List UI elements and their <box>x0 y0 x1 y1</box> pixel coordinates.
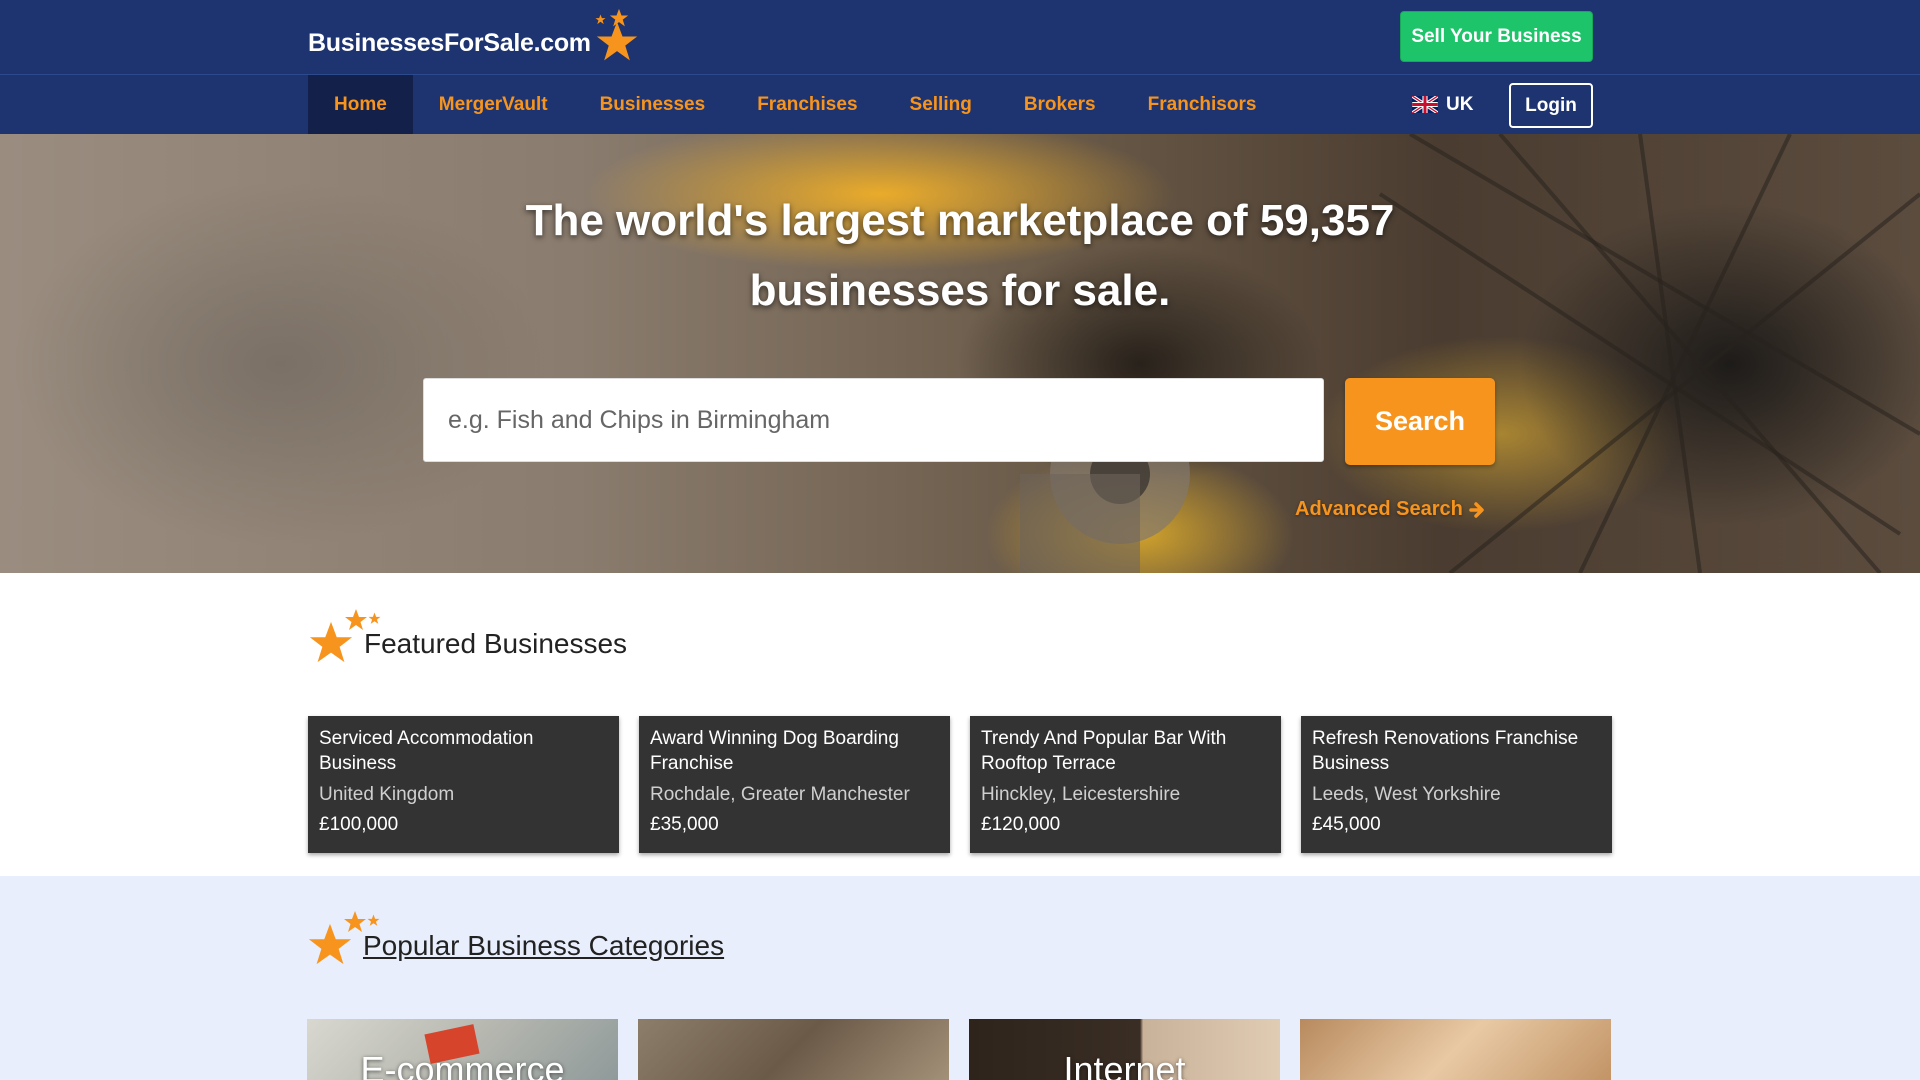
card-title: Trendy And Popular Bar With Rooftop Terr… <box>981 728 1227 774</box>
site-logo[interactable]: BusinessesForSale.com <box>308 8 651 64</box>
featured-card[interactable]: Trendy And Popular Bar With Rooftop Terr… <box>970 716 1281 853</box>
stars-icon <box>307 910 380 966</box>
advanced-search-link[interactable]: Advanced Search <box>1295 498 1485 521</box>
featured-cards: Serviced Accommodation Business United K… <box>308 716 1612 853</box>
category-label: E-commerce <box>360 1049 565 1080</box>
nav-item-franchisors[interactable]: Franchisors <box>1122 75 1283 134</box>
search-button[interactable]: Search <box>1345 378 1495 465</box>
popular-section-header: Popular Business Categories <box>307 910 724 966</box>
nav-item-mergervault[interactable]: MergerVault <box>413 75 574 134</box>
nav-items: Home MergerVault Businesses Franchises S… <box>308 75 1282 134</box>
logo-stars-icon <box>591 8 651 64</box>
nav-item-businesses[interactable]: Businesses <box>574 75 732 134</box>
hero-title: The world's largest marketplace of 59,35… <box>525 196 1395 315</box>
search-input[interactable] <box>423 378 1324 462</box>
card-location: United Kingdom <box>319 784 455 805</box>
popular-section-title[interactable]: Popular Business Categories <box>363 930 724 966</box>
main-nav: Home MergerVault Businesses Franchises S… <box>0 74 1920 134</box>
hero-banner: The world's largest marketplace of 59,35… <box>0 134 1920 573</box>
category-tile[interactable] <box>638 1019 949 1080</box>
featured-card[interactable]: Serviced Accommodation Business United K… <box>308 716 619 853</box>
category-tile[interactable] <box>1300 1019 1611 1080</box>
category-label: Internet <box>1063 1049 1186 1080</box>
card-location: Hinckley, Leicestershire <box>981 784 1181 805</box>
top-header: BusinessesForSale.com Sell Your Business <box>0 0 1920 74</box>
uk-flag-icon <box>1412 96 1438 113</box>
featured-section-header: Featured Businesses <box>308 608 627 664</box>
nav-item-home[interactable]: Home <box>308 75 413 134</box>
card-location: Leeds, West Yorkshire <box>1312 784 1501 805</box>
card-title: Refresh Renovations Franchise Business <box>1312 728 1579 774</box>
featured-section-title: Featured Businesses <box>364 628 628 659</box>
category-tile-ecommerce[interactable]: E-commerce <box>307 1019 618 1080</box>
featured-card[interactable]: Refresh Renovations Franchise Business L… <box>1301 716 1612 853</box>
card-price: £35,000 <box>650 814 719 835</box>
featured-card[interactable]: Award Winning Dog Boarding Franchise Roc… <box>639 716 950 853</box>
card-price: £100,000 <box>319 814 399 835</box>
sell-your-business-button[interactable]: Sell Your Business <box>1400 11 1593 62</box>
stars-icon <box>308 608 381 664</box>
nav-item-franchises[interactable]: Franchises <box>731 75 883 134</box>
advanced-search-label: Advanced Search <box>1295 498 1463 520</box>
card-title: Award Winning Dog Boarding Franchise <box>650 728 899 774</box>
card-title: Serviced Accommodation Business <box>319 728 534 774</box>
login-button[interactable]: Login <box>1509 83 1593 128</box>
category-tile-internet[interactable]: Internet <box>969 1019 1280 1080</box>
card-location: Rochdale, Greater Manchester <box>650 784 910 805</box>
locale-label: UK <box>1446 93 1474 115</box>
category-tiles: E-commerce Internet <box>307 1019 1611 1080</box>
card-price: £45,000 <box>1312 814 1381 835</box>
locale-selector[interactable]: UK <box>1412 75 1473 134</box>
nav-item-brokers[interactable]: Brokers <box>998 75 1122 134</box>
card-price: £120,000 <box>981 814 1061 835</box>
logo-text: BusinessesForSale.com <box>308 28 591 57</box>
arrow-right-icon <box>1469 501 1484 518</box>
nav-item-selling[interactable]: Selling <box>884 75 998 134</box>
